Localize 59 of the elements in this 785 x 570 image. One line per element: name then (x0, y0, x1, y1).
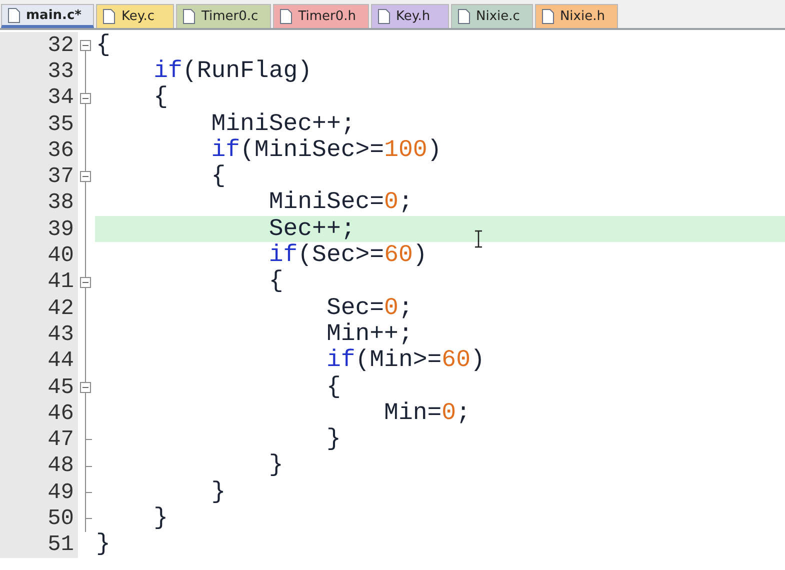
line-number: 50 (0, 505, 78, 532)
code-line: { (268, 268, 284, 296)
fold-minus-icon[interactable] (80, 92, 91, 104)
fold-minus-icon[interactable] (80, 40, 91, 51)
code-line: { (210, 163, 226, 190)
line-number: 51 (0, 532, 78, 558)
file-tab[interactable]: Nixie.c (451, 4, 533, 28)
code-line: if(RunFlag) (152, 58, 312, 85)
line-number: 32 (0, 32, 78, 58)
file-tab[interactable]: Key.c (96, 4, 174, 28)
code-line: } (325, 426, 341, 454)
code-line: MiniSec=0; (268, 189, 413, 216)
document-icon (378, 9, 390, 24)
line-number: 46 (0, 400, 78, 426)
code-line: Min++; (325, 320, 413, 348)
line-number: 36 (0, 137, 78, 164)
document-icon (183, 9, 196, 24)
code-line: if(MiniSec>=100) (210, 136, 442, 164)
line-number: 38 (0, 190, 78, 216)
code-line: { (152, 84, 168, 112)
code-line: { (325, 374, 341, 401)
line-number: 39 (0, 216, 78, 242)
code-line: Sec=0; (325, 294, 413, 322)
file-tab[interactable]: Nixie.h (534, 4, 618, 28)
code-line: } (152, 505, 168, 532)
document-icon (280, 9, 292, 24)
fold-minus-icon[interactable] (80, 382, 91, 393)
line-number: 33 (0, 58, 78, 85)
code-line: if(Sec>=60) (268, 242, 428, 270)
file-tab[interactable]: main.c* (1, 4, 94, 28)
document-icon (8, 8, 20, 22)
file-tab[interactable]: Key.h (371, 4, 450, 28)
code-line: } (268, 452, 284, 480)
document-icon (542, 9, 554, 24)
code-line: MiniSec++; (210, 110, 356, 138)
code-line: } (95, 531, 110, 558)
line-number: 42 (0, 294, 78, 322)
text-cursor-icon (474, 230, 483, 248)
code-line: { (95, 32, 110, 59)
line-number: 41 (0, 268, 78, 295)
code-line: if(Min>=60) (325, 347, 485, 374)
line-number: 47 (0, 426, 78, 453)
line-number: 49 (0, 479, 78, 506)
fold-minus-icon[interactable] (80, 171, 91, 182)
document-icon (103, 9, 116, 24)
line-number: 44 (0, 348, 78, 374)
line-number: 48 (0, 452, 78, 480)
line-number: 43 (0, 321, 78, 348)
code-line: } (210, 478, 226, 506)
file-tab[interactable]: Timer0.c (176, 4, 272, 28)
fold-minus-icon[interactable] (80, 276, 91, 288)
line-number: 37 (0, 163, 78, 190)
line-number: 34 (0, 84, 78, 111)
document-icon (458, 9, 470, 24)
code-line: Min=0; (383, 400, 470, 427)
line-number: 40 (0, 242, 78, 269)
line-number: 35 (0, 110, 78, 138)
file-tab[interactable]: Timer0.h (273, 4, 370, 28)
line-number: 45 (0, 374, 78, 400)
